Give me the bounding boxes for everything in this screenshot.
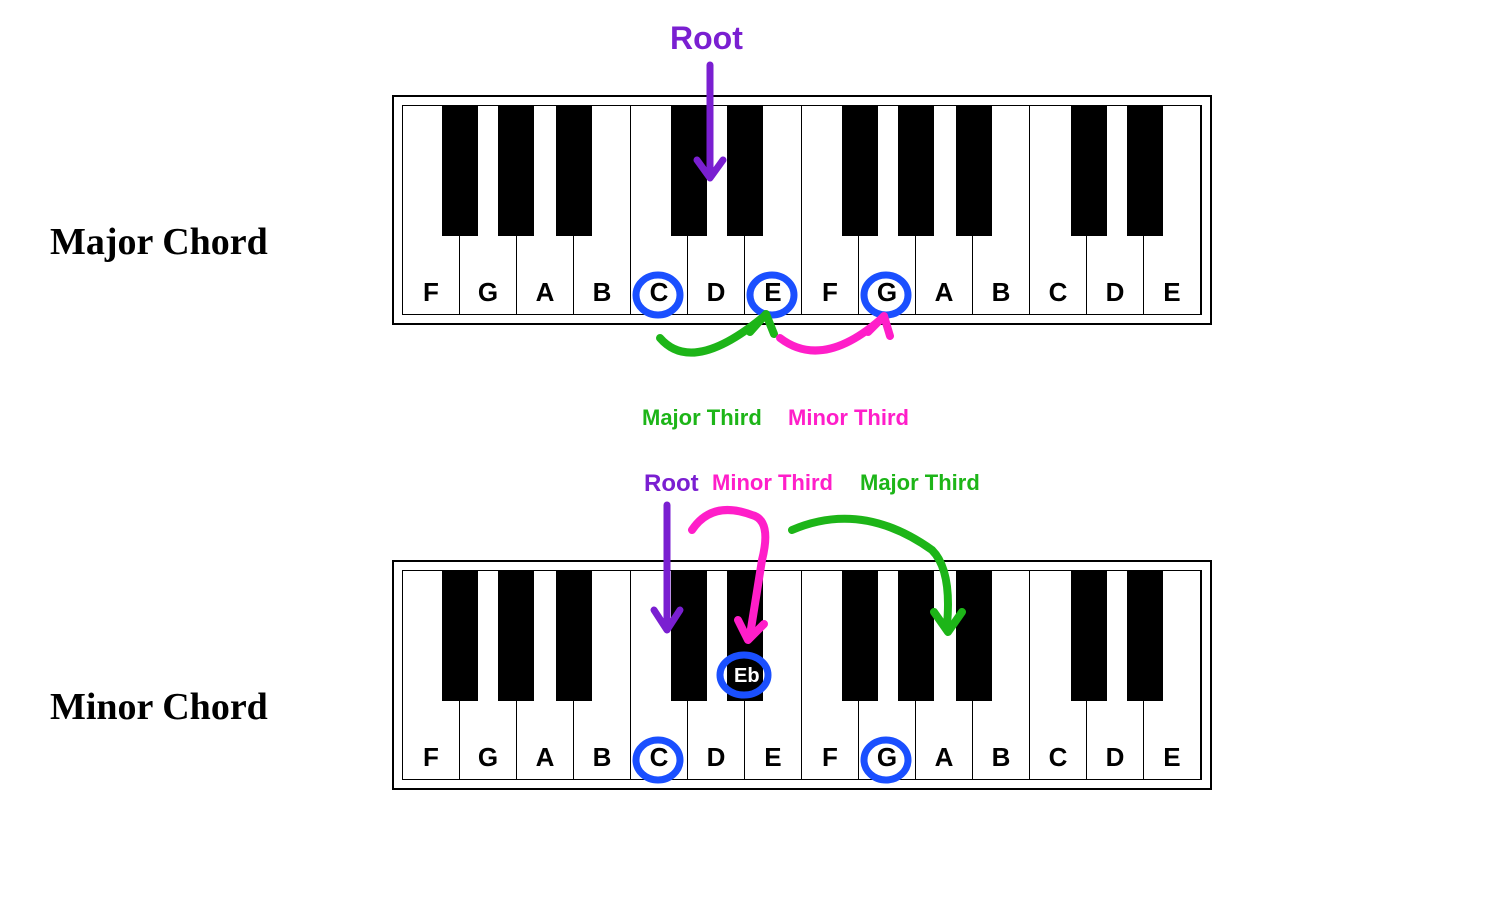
minor-third-label: Minor Third: [788, 405, 909, 431]
black-key: [842, 571, 878, 701]
eb-label: Eb: [734, 665, 760, 688]
black-key: [1127, 571, 1163, 701]
key-letter: E: [1163, 277, 1180, 308]
black-key: [671, 106, 707, 236]
key-letter: B: [992, 277, 1011, 308]
black-key: [956, 106, 992, 236]
key-letter: E: [764, 742, 781, 773]
major-chord-section: Major Chord Root F G A B C D E F G A B C…: [0, 20, 1498, 450]
major-third-label-bottom: Major Third: [860, 470, 980, 496]
key-letter: F: [423, 277, 439, 308]
black-key: [556, 571, 592, 701]
black-key: [1071, 106, 1107, 236]
key-letter: G: [877, 277, 897, 308]
key-letter: G: [478, 742, 498, 773]
black-key: [956, 571, 992, 701]
black-key: [556, 106, 592, 236]
key-letter: D: [1106, 277, 1125, 308]
black-key: [671, 571, 707, 701]
key-letter: F: [822, 277, 838, 308]
key-letter: A: [536, 742, 555, 773]
black-key: [727, 106, 763, 236]
keyboard-minor: F G A B C D E F G A B C D E: [392, 560, 1212, 790]
key-letter: B: [593, 277, 612, 308]
key-letter: C: [650, 742, 669, 773]
key-letter: A: [935, 742, 954, 773]
key-letter: G: [478, 277, 498, 308]
key-letter: G: [877, 742, 897, 773]
black-key: [498, 571, 534, 701]
key-letter: E: [1163, 742, 1180, 773]
key-letter: A: [935, 277, 954, 308]
black-key: [1127, 106, 1163, 236]
keyboard-major-inner: F G A B C D E F G A B C D E: [402, 105, 1202, 315]
black-key: [442, 571, 478, 701]
black-key: [442, 106, 478, 236]
key-letter: A: [536, 277, 555, 308]
key-letter: C: [1049, 742, 1068, 773]
root-label-major: Root: [670, 20, 743, 57]
key-letter: E: [764, 277, 781, 308]
major-chord-title: Major Chord: [50, 220, 268, 264]
key-letter: F: [423, 742, 439, 773]
keyboard-major: F G A B C D E F G A B C D E: [392, 95, 1212, 325]
black-key: [898, 106, 934, 236]
key-letter: B: [992, 742, 1011, 773]
major-third-label: Major Third: [642, 405, 762, 431]
key-letter: C: [1049, 277, 1068, 308]
minor-chord-title: Minor Chord: [50, 685, 268, 729]
minor-chord-section: Minor Chord Root Minor Third Major Third…: [0, 460, 1498, 890]
black-key: [1071, 571, 1107, 701]
keyboard-minor-inner: F G A B C D E F G A B C D E: [402, 570, 1202, 780]
root-label-minor: Root: [644, 470, 699, 498]
key-letter: D: [707, 277, 726, 308]
minor-third-label-bottom: Minor Third: [712, 470, 833, 496]
black-key: [842, 106, 878, 236]
key-letter: C: [650, 277, 669, 308]
key-letter: F: [822, 742, 838, 773]
key-letter: D: [1106, 742, 1125, 773]
black-key: [498, 106, 534, 236]
black-key: [898, 571, 934, 701]
key-letter: D: [707, 742, 726, 773]
key-letter: B: [593, 742, 612, 773]
